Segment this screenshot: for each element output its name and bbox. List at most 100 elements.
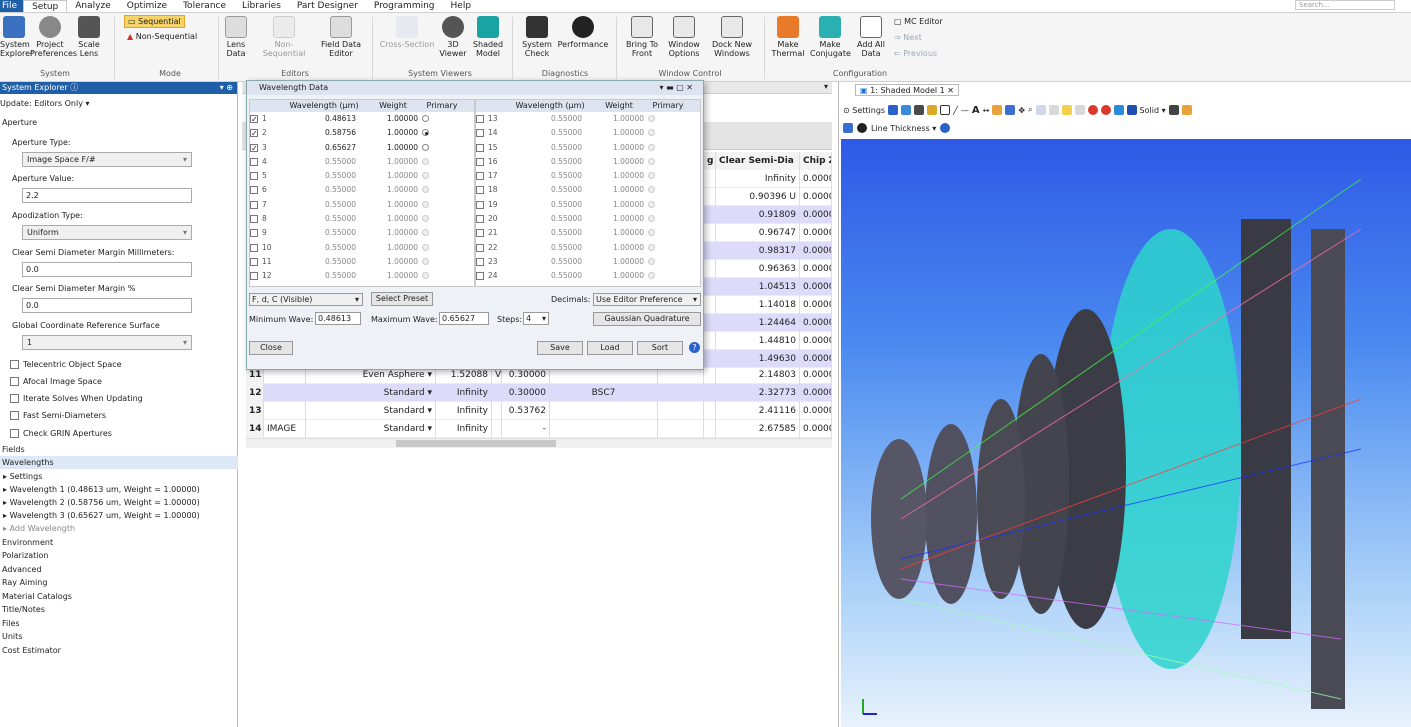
wavelength-value[interactable]: 0.55000 xyxy=(284,169,364,183)
row-checkbox[interactable] xyxy=(250,169,262,183)
add-all-data-button[interactable]: Add All Data xyxy=(852,16,890,58)
primary-radio[interactable] xyxy=(422,269,462,283)
dock-new-windows-button[interactable]: Dock New Windows xyxy=(708,16,756,58)
pan-icon[interactable]: ✥ xyxy=(1018,106,1025,115)
row-checkbox[interactable] xyxy=(476,269,488,283)
dialog-titlebar[interactable]: Wavelength Data ▾ ▬ ▢ ✕ xyxy=(247,81,703,95)
weight-value[interactable]: 1.00000 xyxy=(364,112,422,126)
chip-zone-cell[interactable]: 0.0000 xyxy=(800,206,832,224)
wavelength-row[interactable]: 3 0.656271.00000 xyxy=(250,141,474,156)
wavelength-row[interactable]: 24 0.55000 1.00000 xyxy=(476,269,700,283)
wavelength-row[interactable]: 18 0.55000 1.00000 xyxy=(476,183,700,197)
wavelength-row[interactable]: 5 0.55000 1.00000 xyxy=(250,169,474,183)
bring-to-front-button[interactable]: Bring To Front xyxy=(622,16,662,58)
previous-config-button[interactable]: ⇐ Previous xyxy=(894,49,937,58)
weight-value[interactable]: 1.00000 xyxy=(590,155,648,169)
afocal-checkbox[interactable]: Afocal Image Space xyxy=(10,377,102,386)
text-icon[interactable]: A xyxy=(972,105,980,116)
weight-value[interactable]: 1.00000 xyxy=(364,155,422,169)
yz-view-icon[interactable] xyxy=(1061,105,1072,115)
table-row[interactable]: 14 IMAGE Standard ▾ Infinity -2.67585 0.0000 xyxy=(246,420,832,438)
menu-tolerance[interactable]: Tolerance xyxy=(175,0,234,12)
wavelength-value[interactable]: 0.65627 xyxy=(284,141,364,155)
iterate-solves-checkbox[interactable]: Iterate Solves When Updating xyxy=(10,394,143,403)
chip-zone-cell[interactable]: 0.0000 xyxy=(800,224,832,242)
row-checkbox[interactable] xyxy=(476,155,488,169)
wavelength-row[interactable]: 21 0.55000 1.00000 xyxy=(476,226,700,240)
primary-radio[interactable] xyxy=(422,126,462,140)
non-sequential-mode-button[interactable]: ▲ Non-Sequential xyxy=(124,31,200,42)
window-options-button[interactable]: Window Options xyxy=(664,16,704,58)
wavelength-value[interactable]: 0.55000 xyxy=(510,241,590,255)
close-icon[interactable]: ✕ xyxy=(945,86,954,95)
surface-type-cell[interactable]: Standard ▾ xyxy=(306,402,436,420)
primary-radio[interactable] xyxy=(422,183,462,197)
weight-value[interactable]: 1.00000 xyxy=(590,269,648,283)
material-cell[interactable]: BSC7 xyxy=(550,384,658,402)
coating-cell[interactable] xyxy=(658,402,704,420)
wavelength-item[interactable]: ▸ Wavelength 3 (0.65627 um, Weight = 1.0… xyxy=(3,511,200,520)
menu-part-designer[interactable]: Part Designer xyxy=(289,0,366,12)
primary-radio[interactable] xyxy=(648,212,688,226)
non-sequential-editor-button[interactable]: Non-Sequential xyxy=(254,16,314,58)
wavelength-row[interactable]: 10 0.55000 1.00000 xyxy=(250,241,474,255)
coating-cell[interactable] xyxy=(658,384,704,402)
menu-libraries[interactable]: Libraries xyxy=(234,0,289,12)
3d-viewer-button[interactable]: 3D Viewer xyxy=(438,16,468,58)
weight-value[interactable]: 1.00000 xyxy=(364,141,422,155)
chip-zone-cell[interactable]: 0.0000 xyxy=(800,260,832,278)
chip-zone-cell[interactable]: 0.0000 xyxy=(800,296,832,314)
fit-icon[interactable] xyxy=(1035,105,1046,115)
menu-programming[interactable]: Programming xyxy=(366,0,443,12)
table-row[interactable]: 12 Standard ▾ Infinity 0.30000 BSC7 2.32773 0.… xyxy=(246,384,832,402)
primary-radio[interactable] xyxy=(648,269,688,283)
solve-cell[interactable] xyxy=(492,402,502,420)
clear-semi-dia-cell[interactable]: 0.96747 xyxy=(716,224,800,242)
system-check-button[interactable]: System Check xyxy=(518,16,556,58)
primary-radio[interactable] xyxy=(648,255,688,269)
primary-radio[interactable] xyxy=(422,212,462,226)
radius-cell[interactable]: Infinity xyxy=(436,402,492,420)
clear-semi-dia-cell[interactable]: 0.96363 xyxy=(716,260,800,278)
chip-zone-cell[interactable]: 0.0000 xyxy=(800,384,832,402)
update-mode-dropdown[interactable]: Update: Editors Only ▾ xyxy=(0,99,89,108)
lock-icon[interactable] xyxy=(1126,105,1137,115)
telecentric-checkbox[interactable]: Telecentric Object Space xyxy=(10,360,122,369)
wavelength-row[interactable]: 15 0.55000 1.00000 xyxy=(476,141,700,155)
chip-zone-cell[interactable]: 0.0000 xyxy=(800,366,832,384)
load-button[interactable]: Load xyxy=(587,341,633,355)
radius-cell[interactable]: Infinity xyxy=(436,420,492,438)
wavelength-row[interactable]: 6 0.55000 1.00000 xyxy=(250,183,474,197)
menu-setup[interactable]: Setup xyxy=(23,0,68,12)
wavelength-row[interactable]: 7 0.55000 1.00000 xyxy=(250,198,474,212)
clear-semi-dia-cell[interactable]: 0.91809 xyxy=(716,206,800,224)
make-conjugate-button[interactable]: Make Conjugate xyxy=(810,16,851,58)
wavelength-value[interactable]: 0.55000 xyxy=(284,255,364,269)
aperture-section[interactable]: Aperture xyxy=(2,118,37,127)
wavelength-value[interactable]: 0.55000 xyxy=(510,112,590,126)
help-icon[interactable]: ? xyxy=(689,342,700,353)
close-button[interactable]: Close xyxy=(249,341,293,355)
wavelengths-section[interactable]: Wavelengths xyxy=(0,456,238,469)
wavelength-row[interactable]: 11 0.55000 1.00000 xyxy=(250,255,474,269)
window-controls-icon[interactable]: ▾ ▬ ▢ ✕ xyxy=(660,81,693,95)
weight-value[interactable]: 1.00000 xyxy=(364,198,422,212)
weight-value[interactable]: 1.00000 xyxy=(364,126,422,140)
wavelength-row[interactable]: 2 0.587561.00000 xyxy=(250,126,474,141)
row-checkbox[interactable] xyxy=(250,212,262,226)
primary-radio[interactable] xyxy=(422,169,462,183)
comment-cell[interactable]: IMAGE xyxy=(264,420,306,438)
weight-value[interactable]: 1.00000 xyxy=(590,126,648,140)
rectangle-icon[interactable] xyxy=(940,105,951,115)
surface-type-cell[interactable]: Standard ▾ xyxy=(306,420,436,438)
row-checkbox[interactable] xyxy=(250,126,262,141)
weight-value[interactable]: 1.00000 xyxy=(590,212,648,226)
wavelength-row[interactable]: 23 0.55000 1.00000 xyxy=(476,255,700,269)
weight-value[interactable]: 1.00000 xyxy=(590,198,648,212)
layers-icon[interactable] xyxy=(1113,105,1124,115)
weight-value[interactable]: 1.00000 xyxy=(364,212,422,226)
print-icon[interactable] xyxy=(914,105,925,115)
wl-settings-item[interactable]: ▸ Settings xyxy=(3,472,42,481)
weight-value[interactable]: 1.00000 xyxy=(364,241,422,255)
wavelength-value[interactable]: 0.55000 xyxy=(510,198,590,212)
